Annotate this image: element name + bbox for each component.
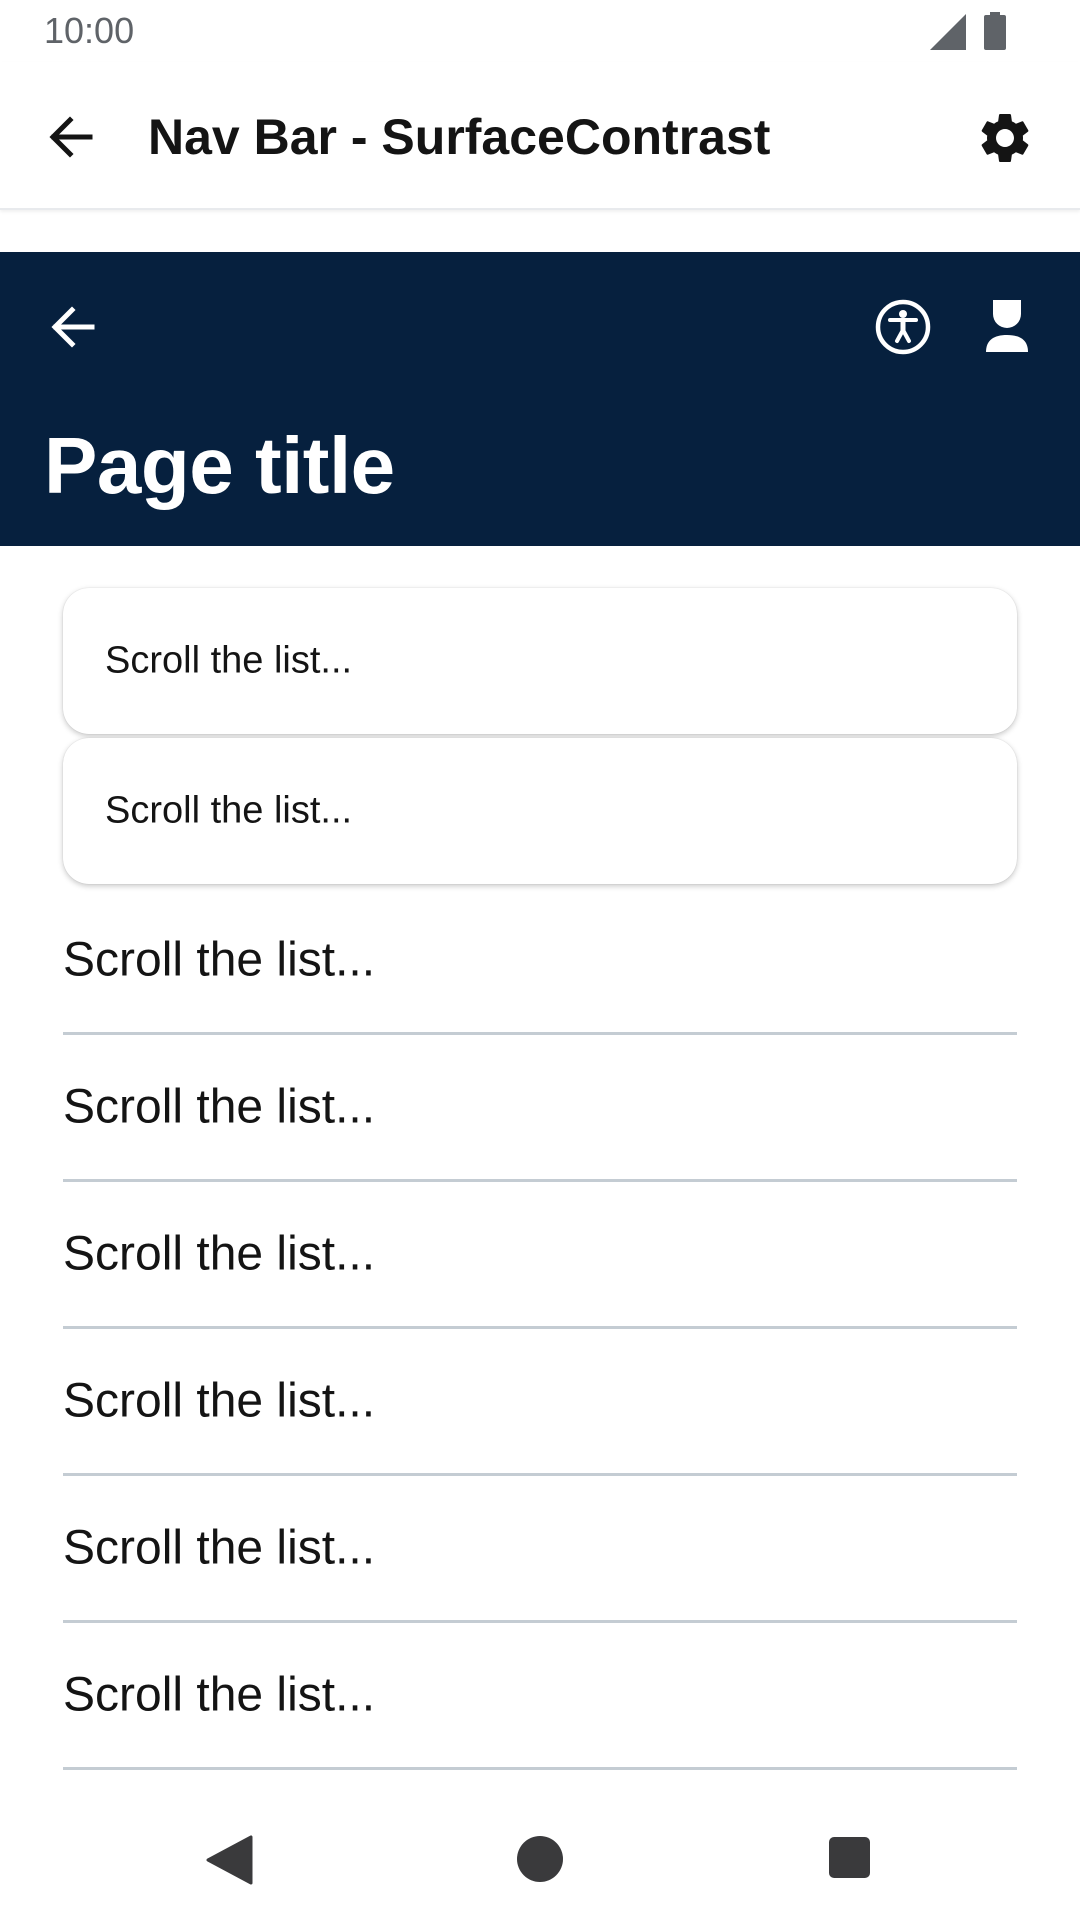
signal-icon xyxy=(930,14,966,50)
accessibility-icon[interactable] xyxy=(873,297,933,357)
list-item[interactable]: Scroll the list... xyxy=(63,1623,1017,1770)
home-circle-icon[interactable] xyxy=(517,1836,563,1882)
list-item[interactable]: Scroll the list... xyxy=(63,888,1017,1035)
user-icon[interactable] xyxy=(982,296,1032,356)
list-item-label: Scroll the list... xyxy=(63,1227,376,1281)
list-item[interactable]: Scroll the list... xyxy=(63,1035,1017,1182)
page-title: Page title xyxy=(44,421,395,510)
status-bar: 10:00 xyxy=(0,0,1080,62)
list-item-label: Scroll the list... xyxy=(63,1374,376,1428)
card-label: Scroll the list... xyxy=(105,789,353,832)
app-title: Nav Bar - SurfaceContrast xyxy=(148,109,771,165)
list-item-label: Scroll the list... xyxy=(63,1080,376,1134)
arrow-left-icon[interactable] xyxy=(44,110,98,164)
list-item[interactable]: Scroll the list... xyxy=(63,1476,1017,1623)
status-time: 10:00 xyxy=(44,10,135,51)
list-card[interactable]: Scroll the list... xyxy=(63,588,1017,734)
list-item-label: Scroll the list... xyxy=(63,1668,376,1722)
list-item-label: Scroll the list... xyxy=(63,1521,376,1575)
list-item[interactable]: Scroll the list... xyxy=(63,1182,1017,1329)
list-item-label: Scroll the list... xyxy=(63,933,376,987)
gear-icon[interactable] xyxy=(975,108,1035,168)
battery-icon xyxy=(984,12,1006,50)
back-triangle-icon[interactable] xyxy=(205,1835,253,1885)
card-label: Scroll the list... xyxy=(105,639,353,682)
screen: 10:00 Nav Bar - SurfaceContrast Page tit… xyxy=(0,0,1080,1920)
list-card[interactable]: Scroll the list... xyxy=(63,738,1017,884)
arrow-left-icon[interactable] xyxy=(46,300,100,354)
system-nav-bar xyxy=(0,1820,1080,1920)
app-bar: Nav Bar - SurfaceContrast xyxy=(0,62,1080,210)
list-item[interactable]: Scroll the list... xyxy=(63,1329,1017,1476)
recents-square-icon[interactable] xyxy=(829,1837,870,1878)
nav-bar: Page title xyxy=(0,252,1080,546)
